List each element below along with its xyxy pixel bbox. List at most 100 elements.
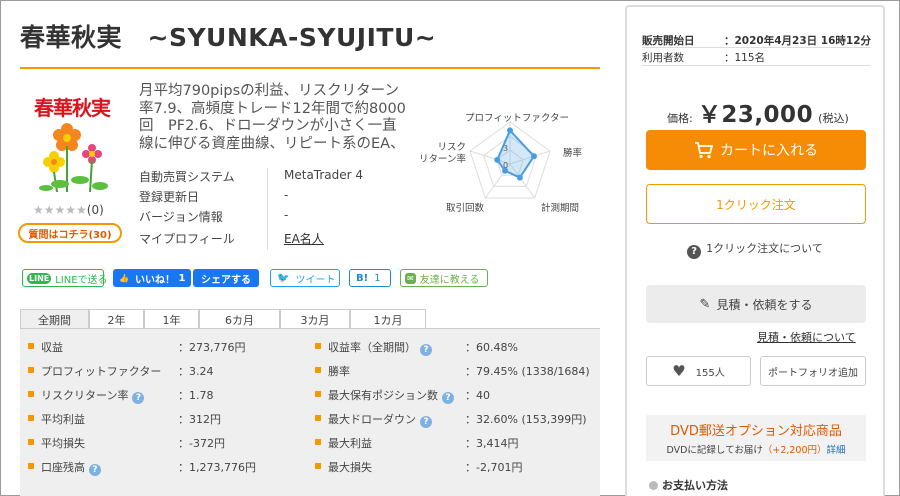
favorite-button[interactable]: ♥ 155人: [646, 356, 751, 386]
one-click-about-link[interactable]: ? 1クリック注文について: [627, 240, 883, 259]
add-portfolio-button[interactable]: ポートフォリオ追加: [760, 356, 866, 386]
line-icon: LINE: [27, 272, 52, 284]
info-label: バージョン情報: [139, 210, 223, 224]
stat-label: 収益: [41, 341, 63, 354]
stat-label: 口座残高: [41, 461, 85, 474]
stat-win-rate: 勝率 ：79.45% (1338/1684): [315, 360, 595, 382]
purchase-panel: 販売開始日 ：2020年4月23日 16時12分 利用者数 ：115名 価格: …: [625, 5, 885, 496]
profile-link[interactable]: EA名人: [284, 230, 324, 247]
stat-label: 平均損失: [41, 437, 85, 450]
period-tabs: 全期間 2年 1年 6カ月 3カ月 1カ月: [20, 309, 600, 330]
stat-risk-return: リスクリターン率? ：1.78: [28, 384, 298, 406]
one-click-order-button[interactable]: 1クリック注文: [646, 184, 866, 224]
users-value: ：115名: [724, 52, 766, 64]
radar-axis-label: リスク: [437, 142, 466, 153]
tab-1-month[interactable]: 1カ月: [350, 309, 426, 329]
bullet-icon: [28, 439, 34, 445]
help-icon[interactable]: ?: [132, 392, 145, 404]
dvd-sub-text: DVDに記録してお届け: [666, 445, 763, 456]
stat-label: 最大ドローダウン: [328, 413, 416, 426]
stat-label: リスクリターン率: [41, 389, 129, 402]
facebook-share-button[interactable]: シェアする: [193, 269, 259, 287]
rating: ★★★★★(0): [33, 203, 104, 217]
about-quote-link[interactable]: 見積・依頼について: [757, 329, 856, 345]
stat-label: 最大損失: [328, 461, 372, 474]
stat-balance: 口座残高? ：1,273,776円: [28, 456, 298, 478]
pen-icon: ✎: [699, 296, 711, 312]
facebook-like-button[interactable]: 👍 いいね！ 1: [113, 269, 191, 287]
panel-divider: [642, 47, 870, 48]
stat-value: ：273,776円: [178, 341, 246, 354]
users-label: 利用者数: [642, 52, 684, 64]
radar-scale-label: 3: [503, 144, 508, 153]
price-tax: (税込): [818, 112, 849, 125]
bullet-icon: [315, 367, 321, 373]
stat-value: ：-372円: [178, 437, 225, 450]
stat-value: ：32.60% (153,399円): [465, 413, 587, 426]
radar-scale-label: 0: [503, 161, 508, 170]
tell-friend-button[interactable]: ✉ 友達に教える: [400, 269, 488, 287]
request-quote-button[interactable]: ✎ 見積・依頼をする: [646, 285, 866, 323]
flower-illustration-icon: [39, 123, 108, 193]
hatena-label: B!: [356, 272, 369, 284]
cart-label: カートに入れる: [720, 143, 818, 159]
tab-6-months[interactable]: 6カ月: [199, 309, 280, 329]
heart-icon: ♥: [672, 362, 686, 380]
thumbs-up-icon: 👍: [119, 273, 129, 283]
product-description: 月平均790pipsの利益、リスクリターン率7.9、高頻度トレード12年間で約8…: [139, 83, 406, 152]
line-share-button[interactable]: LINE LINEで送る: [22, 269, 108, 287]
stat-max-profit: 最大利益 ：3,414円: [315, 432, 595, 454]
stat-value: ：1,273,776円: [178, 461, 256, 474]
bullet-icon: [28, 343, 34, 349]
tell-friend-label: 友達に教える: [419, 274, 480, 286]
stat-return-rate: 収益率（全期間）? ：60.48%: [315, 336, 595, 358]
info-value: -: [284, 208, 289, 222]
hatena-count: 1: [374, 272, 381, 284]
help-icon[interactable]: ?: [89, 464, 101, 476]
stat-value: ：-2,701円: [465, 461, 523, 474]
dvd-detail-link[interactable]: 詳細: [827, 445, 846, 456]
tweet-label: ツイート: [295, 274, 336, 286]
tab-2-years[interactable]: 2年: [89, 309, 144, 329]
info-value: -: [284, 188, 289, 202]
stat-value: ：3,414円: [465, 437, 519, 450]
radar-data-point: [507, 127, 513, 134]
bullet-icon: [315, 415, 321, 421]
info-label: 自動売買システム: [139, 170, 235, 184]
add-to-cart-button[interactable]: カートに入れる: [646, 130, 866, 170]
stat-label: 最大利益: [328, 437, 372, 450]
page-title: 春華秋実 ~SYUNKA-SYUJITU~: [20, 23, 437, 52]
bullet-icon: [28, 415, 34, 421]
tab-1-year[interactable]: 1年: [144, 309, 199, 329]
stat-value: ：60.48%: [465, 341, 518, 354]
product-logo: 春華秋実: [22, 92, 122, 200]
stat-label: 平均利益: [41, 413, 85, 426]
question-icon: ?: [687, 245, 702, 259]
stat-max-positions: 最大保有ポジション数? ：40: [315, 384, 595, 406]
info-label: 登録更新日: [139, 190, 200, 204]
tab-all-period[interactable]: 全期間: [20, 309, 89, 330]
stat-label: 勝率: [328, 365, 350, 378]
help-icon[interactable]: ?: [442, 392, 454, 404]
stat-label: プロフィットファクター: [41, 365, 162, 378]
help-icon[interactable]: ?: [420, 416, 432, 428]
payment-title: お支払い方法: [662, 479, 728, 492]
bullet-icon: [315, 463, 321, 469]
radar-axis-label: 取引回数: [446, 202, 485, 214]
info-row-updated: 登録更新日 -: [139, 188, 439, 208]
tweet-button[interactable]: 🐦 ツイート: [270, 269, 340, 287]
help-icon[interactable]: ?: [420, 344, 432, 356]
stat-value: ：3.24: [178, 365, 214, 378]
dvd-option-box: DVD郵送オプション対応商品 DVDに記録してお届け（+2,200円）詳細: [646, 415, 866, 461]
price-value: ￥23,000: [697, 102, 814, 128]
price-label: 価格:: [667, 112, 693, 125]
radar-data-point: [516, 174, 523, 181]
rating-count: (0): [86, 203, 104, 217]
stat-value: ：40: [465, 389, 490, 402]
tab-3-months[interactable]: 3カ月: [280, 309, 350, 329]
line-share-label: LINEで送る: [55, 274, 108, 286]
question-button[interactable]: 質問はコチラ(30): [18, 223, 122, 243]
bullet-icon: [649, 481, 658, 490]
panel-divider: [642, 65, 870, 66]
hatena-bookmark-button[interactable]: B! 1: [349, 269, 391, 287]
